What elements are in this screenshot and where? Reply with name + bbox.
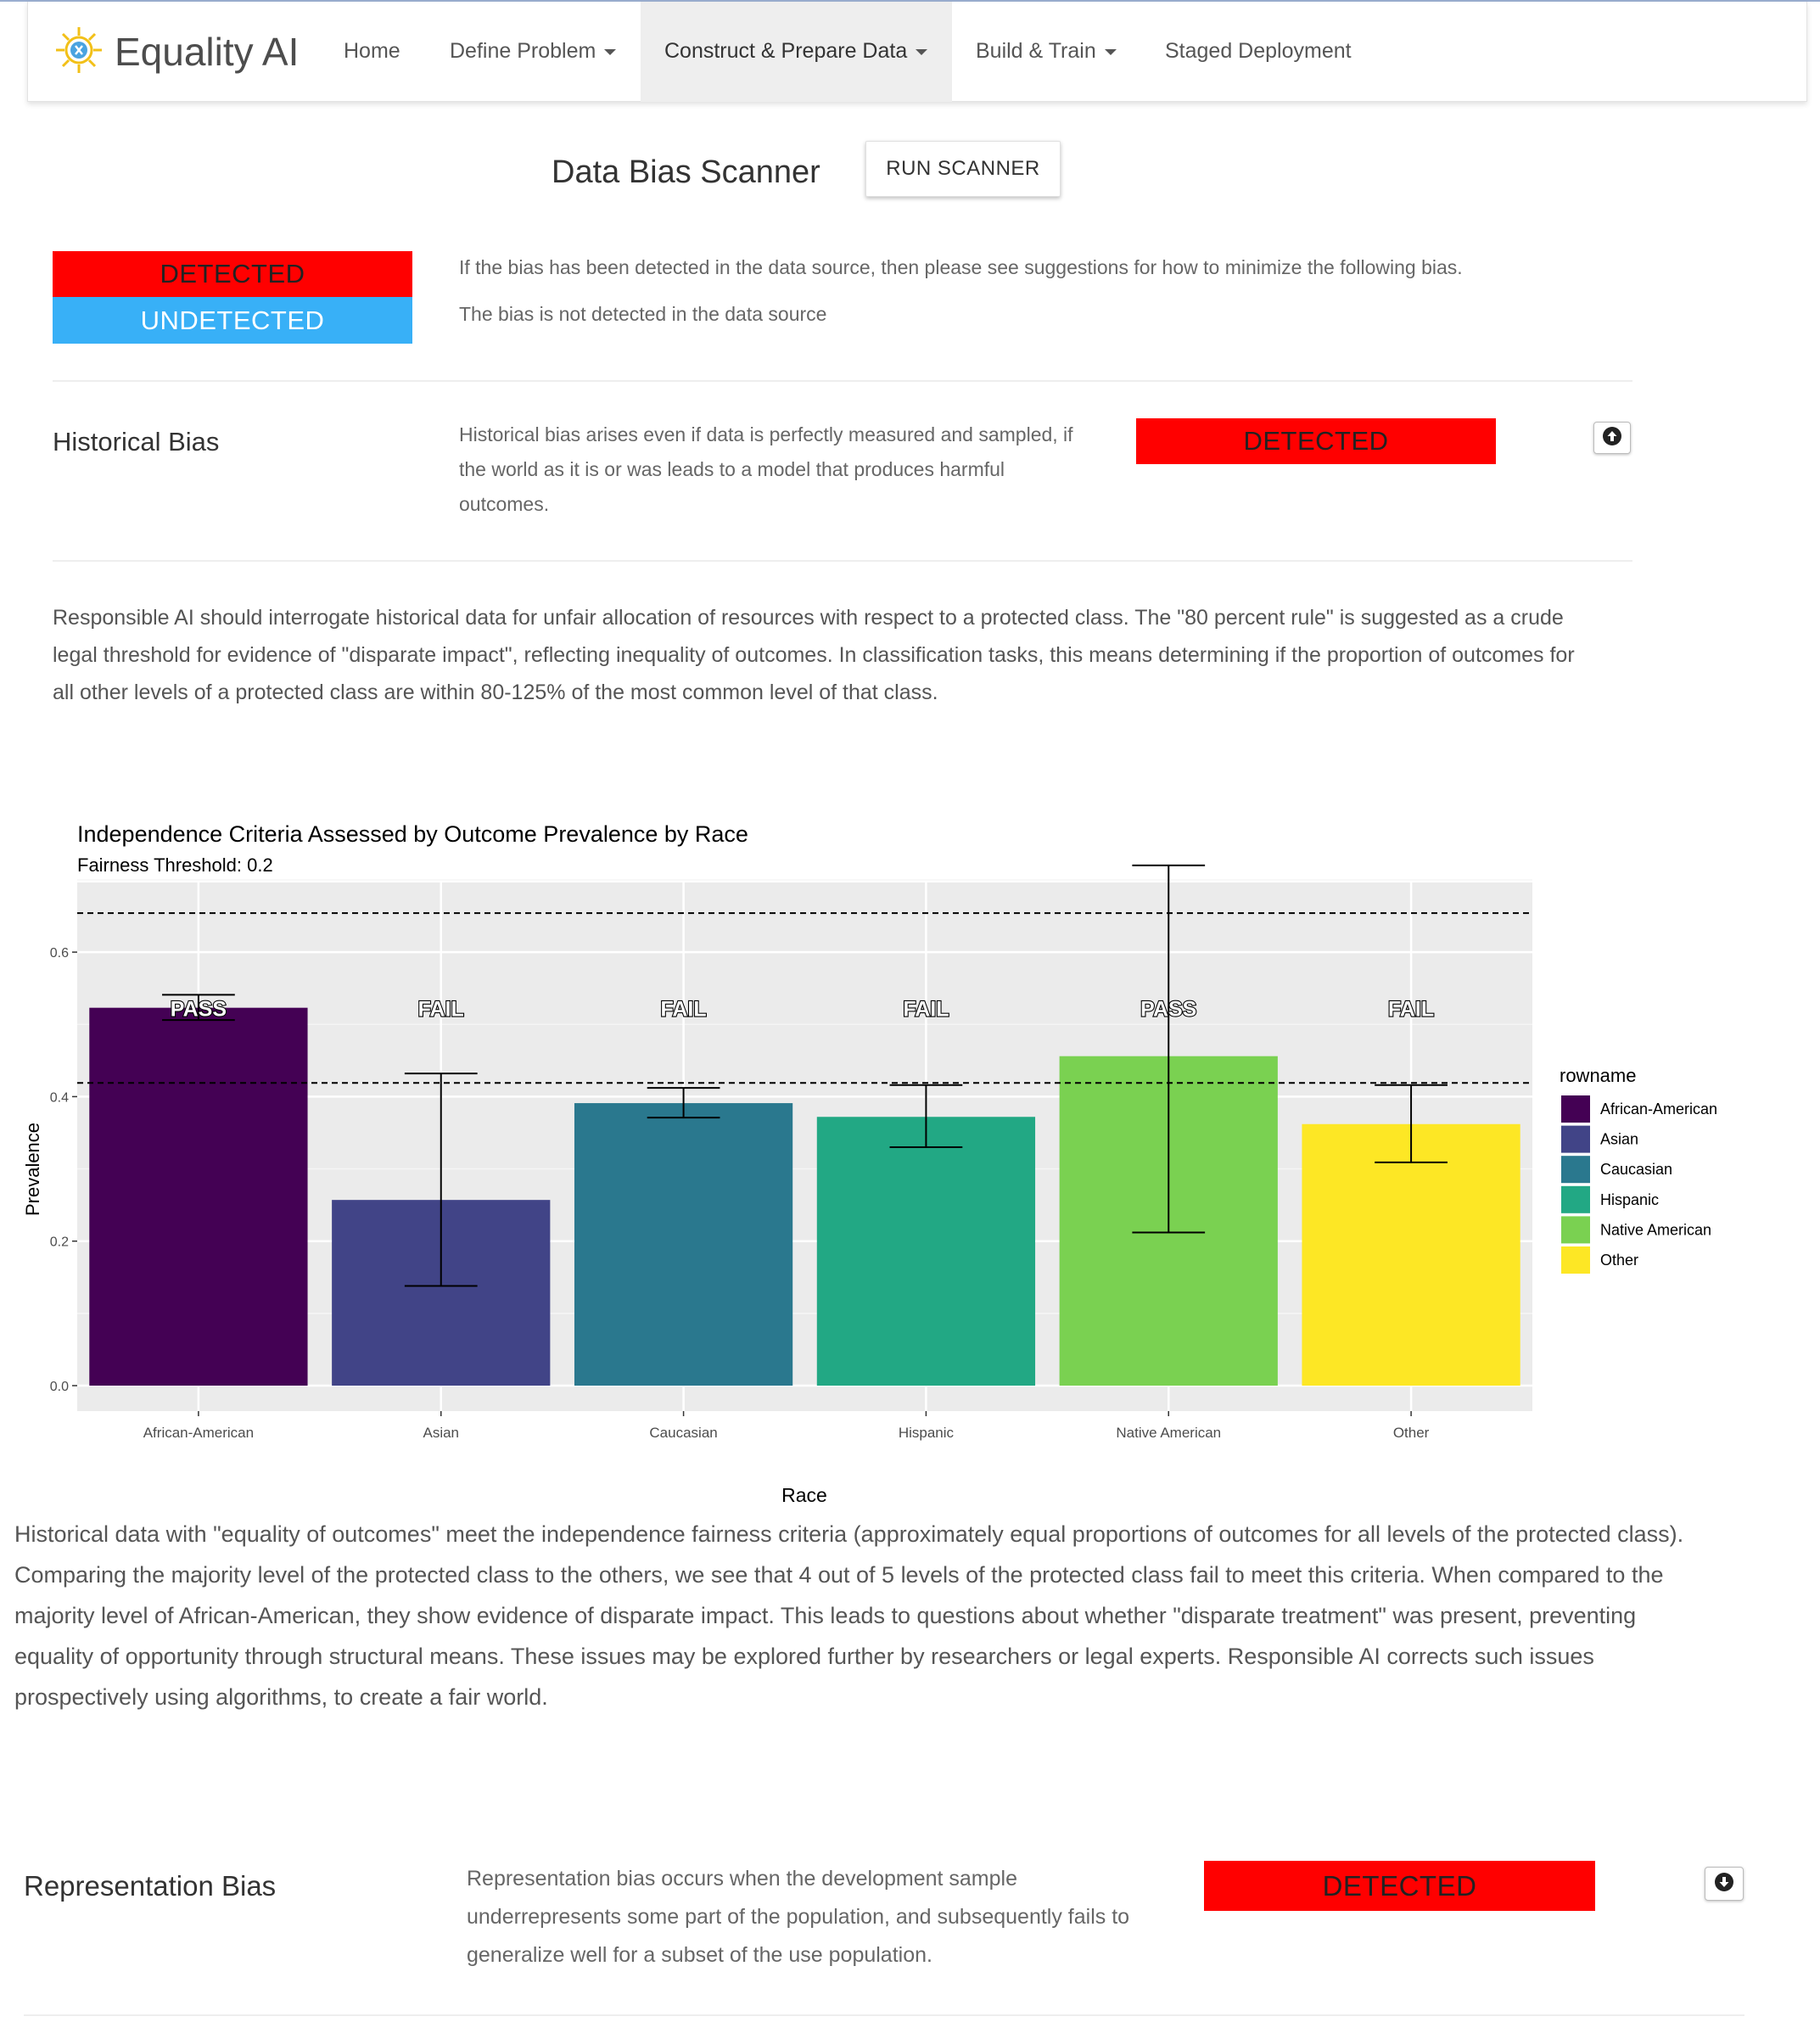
historical-collapse-button[interactable] (1593, 422, 1631, 454)
findings-paragraph: Historical data with "equality of outcom… (14, 1514, 1805, 1717)
bar-label-pass: PASS (1140, 998, 1196, 1022)
legend-label: Native American (1600, 1221, 1711, 1238)
nav-define-problem-label: Define Problem (450, 39, 596, 63)
prevalence-chart: Independence Criteria Assessed by Outcom… (22, 821, 1717, 1506)
x-tick-label: Other (1393, 1425, 1430, 1441)
nav-construct-label: Construct & Prepare Data (664, 39, 908, 63)
nav-staged-deployment-label: Staged Deployment (1165, 39, 1352, 63)
nav-build-train-label: Build & Train (976, 39, 1096, 63)
undetected-note: The bias is not detected in the data sou… (459, 303, 827, 325)
nav-construct-prepare-data[interactable]: Construct & Prepare Data (641, 2, 952, 102)
representation-bias-title: Representation Bias (24, 1870, 277, 1902)
paragraph-line: prospectively using algorithms, to creat… (14, 1684, 548, 1710)
description-line: underrepresents some part of the populat… (467, 1905, 1130, 1929)
paragraph-line: Historical data with "equality of outcom… (14, 1521, 1684, 1547)
legend-swatch (1561, 1185, 1590, 1213)
caret-down-icon (604, 49, 617, 55)
divider (53, 560, 1632, 562)
nav-home[interactable]: Home (344, 2, 400, 102)
x-tick-label: Hispanic (899, 1425, 955, 1441)
legend-label: African-American (1600, 1101, 1717, 1118)
detected-note: If the bias has been detected in the dat… (459, 256, 1463, 278)
y-tick-label: 0.6 (50, 946, 69, 961)
x-tick-label: African-American (143, 1425, 254, 1441)
y-axis-title: Prevalence (22, 1123, 43, 1216)
chart-subtitle: Fairness Threshold: 0.2 (77, 854, 273, 876)
description-line: the world as it is or was leads to a mod… (459, 458, 1005, 480)
divider (24, 2014, 1744, 2016)
paragraph-line: legal threshold for evidence of "dispara… (53, 643, 1575, 667)
historical-explanation: Responsible AI should interrogate histor… (53, 599, 1767, 711)
historical-bias-title: Historical Bias (53, 427, 220, 457)
legend-label: Other (1600, 1252, 1638, 1269)
x-axis: African-American Asian Caucasian Hispanic Na… (143, 1411, 1430, 1441)
historical-bias-description: Historical bias arises even if data is p… (459, 417, 1073, 522)
chart-title: Independence Criteria Assessed by Outcom… (77, 821, 748, 847)
historical-bias-status: DETECTED (1136, 418, 1496, 464)
legend-label: Hispanic (1600, 1191, 1659, 1208)
scanner-title: Data Bias Scanner (552, 154, 820, 190)
equality-ai-logo-icon (53, 20, 104, 84)
legend-label: Asian (1600, 1131, 1638, 1148)
brand-name: Equality AI (115, 30, 300, 74)
nav-build-train[interactable]: Build & Train (976, 2, 1117, 102)
brand[interactable]: Equality AI (53, 22, 299, 81)
arrow-circle-down-icon (1714, 1872, 1734, 1896)
description-line: generalize well for a subset of the use … (467, 1943, 932, 1967)
paragraph-line: majority level of African-American, they… (14, 1603, 1637, 1628)
x-tick-label: Asian (423, 1425, 459, 1441)
bar-hispanic (816, 1117, 1036, 1386)
y-tick-label: 0.4 (50, 1090, 69, 1105)
description-line: Historical bias arises even if data is p… (459, 423, 1073, 445)
description-line: Representation bias occurs when the deve… (467, 1867, 1017, 1891)
paragraph-line: all other levels of a protected class ar… (53, 681, 938, 704)
paragraph-line: Responsible AI should interrogate histor… (53, 606, 1564, 630)
bar-african-american (89, 1007, 308, 1386)
detected-legend: DETECTED (53, 251, 412, 297)
y-tick-label: 0.0 (50, 1380, 69, 1394)
bar-label-fail: FAIL (1388, 998, 1434, 1022)
bar-caucasian (574, 1103, 793, 1386)
x-tick-label: Caucasian (649, 1425, 717, 1441)
legend-swatch (1561, 1246, 1590, 1274)
caret-down-icon (1104, 49, 1117, 55)
undetected-legend: UNDETECTED (53, 297, 412, 344)
y-tick-label: 0.2 (50, 1235, 69, 1250)
x-axis-title: Race (781, 1484, 827, 1506)
bar-other (1302, 1123, 1520, 1386)
legend: African-American Asian Caucasian Hispanic Na… (1561, 1095, 1717, 1274)
divider (53, 380, 1632, 382)
bar-label-pass: PASS (171, 998, 227, 1022)
legend-title: rowname (1560, 1065, 1636, 1086)
run-scanner-button[interactable]: RUN SCANNER (865, 141, 1061, 197)
paragraph-line: Comparing the majority level of the prot… (14, 1562, 1664, 1588)
y-axis: 0.0 0.2 0.4 0.6 (50, 946, 77, 1394)
nav-staged-deployment[interactable]: Staged Deployment (1165, 2, 1352, 102)
bar-label-fail: FAIL (418, 998, 464, 1022)
representation-bias-description: Representation bias occurs when the deve… (467, 1860, 1129, 1975)
bar-label-fail: FAIL (903, 998, 949, 1022)
caret-down-icon (916, 49, 928, 55)
legend-swatch (1561, 1125, 1590, 1153)
legend-label: Caucasian (1600, 1161, 1672, 1178)
bar-label-fail: FAIL (660, 998, 706, 1022)
description-line: outcomes. (459, 493, 550, 515)
representation-expand-button[interactable] (1705, 1867, 1744, 1901)
x-tick-label: Native American (1116, 1425, 1221, 1441)
nav-home-label: Home (344, 39, 400, 63)
nav-define-problem[interactable]: Define Problem (450, 2, 617, 102)
paragraph-line: equality of opportunity through structur… (14, 1644, 1594, 1669)
arrow-circle-up-icon (1602, 426, 1622, 451)
legend-swatch (1561, 1216, 1590, 1244)
representation-bias-status: DETECTED (1204, 1861, 1595, 1911)
legend-swatch (1561, 1156, 1590, 1184)
legend-swatch (1561, 1095, 1590, 1123)
navbar: Equality AI Home Define Problem Construc… (27, 2, 1807, 102)
